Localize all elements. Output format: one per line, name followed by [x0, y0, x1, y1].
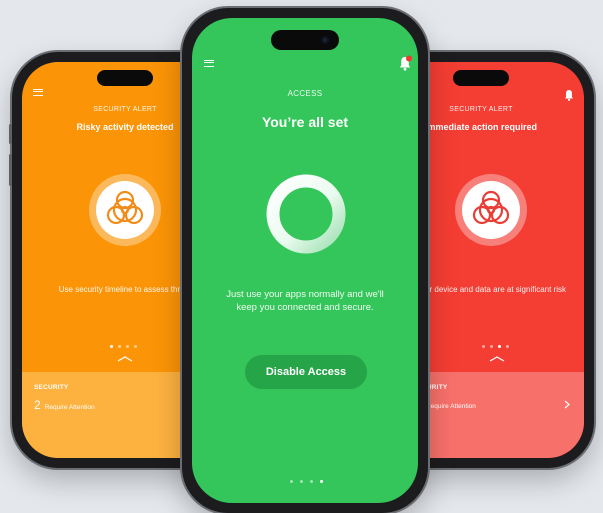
- page-dot: [490, 345, 493, 348]
- dynamic-island: [453, 70, 509, 86]
- chevron-up-icon[interactable]: [489, 356, 505, 362]
- connected-ring-icon: [266, 174, 346, 254]
- center-phone: ACCESS You’re all set Just use your apps…: [182, 8, 428, 513]
- chevron-right-icon[interactable]: [564, 400, 570, 409]
- camera-icon: [321, 36, 329, 44]
- page-dot: [482, 345, 485, 348]
- notification-bell-icon[interactable]: [398, 55, 412, 71]
- attention-status: Require Attention: [44, 404, 95, 411]
- menu-icon[interactable]: [33, 89, 43, 96]
- disable-access-button[interactable]: Disable Access: [245, 355, 367, 389]
- center-screen: ACCESS You’re all set Just use your apps…: [192, 18, 418, 503]
- page-indicator: [110, 345, 137, 348]
- attention-number: 2: [34, 398, 41, 412]
- notification-badge: [406, 55, 412, 62]
- attention-count: 2 Require Attention: [34, 398, 95, 412]
- menu-icon[interactable]: [204, 60, 214, 67]
- alert-description: Use security timeline to assess threat: [58, 285, 192, 294]
- attention-status: Require Attention: [426, 403, 476, 410]
- page-indicator: [482, 345, 509, 348]
- alert-description: Your device and data are at significant …: [416, 285, 567, 294]
- page-dot: [126, 345, 129, 348]
- page-dot: [498, 345, 501, 348]
- access-label: ACCESS: [287, 89, 323, 98]
- biohazard-icon: [455, 174, 527, 246]
- access-title: You’re all set: [261, 114, 349, 130]
- page-dot: [134, 345, 137, 348]
- page-dot: [320, 480, 323, 483]
- page-dot: [310, 480, 313, 483]
- page-dot: [118, 345, 121, 348]
- page-dot: [290, 480, 293, 483]
- left-side-button: [9, 124, 12, 144]
- bell-icon[interactable]: [564, 89, 574, 101]
- chevron-up-icon[interactable]: [117, 356, 133, 362]
- page-dot: [506, 345, 509, 348]
- panel-title: SECURITY: [34, 384, 69, 391]
- access-description: Just use your apps normally and we'll ke…: [226, 289, 384, 313]
- left-volume-button: [9, 154, 12, 186]
- dynamic-island: [271, 30, 339, 50]
- dynamic-island: [97, 70, 153, 86]
- attention-count: Require Attention: [426, 403, 476, 410]
- page-dot: [110, 345, 113, 348]
- page-dot: [300, 480, 303, 483]
- biohazard-icon: [89, 174, 161, 246]
- page-indicator: [290, 480, 323, 483]
